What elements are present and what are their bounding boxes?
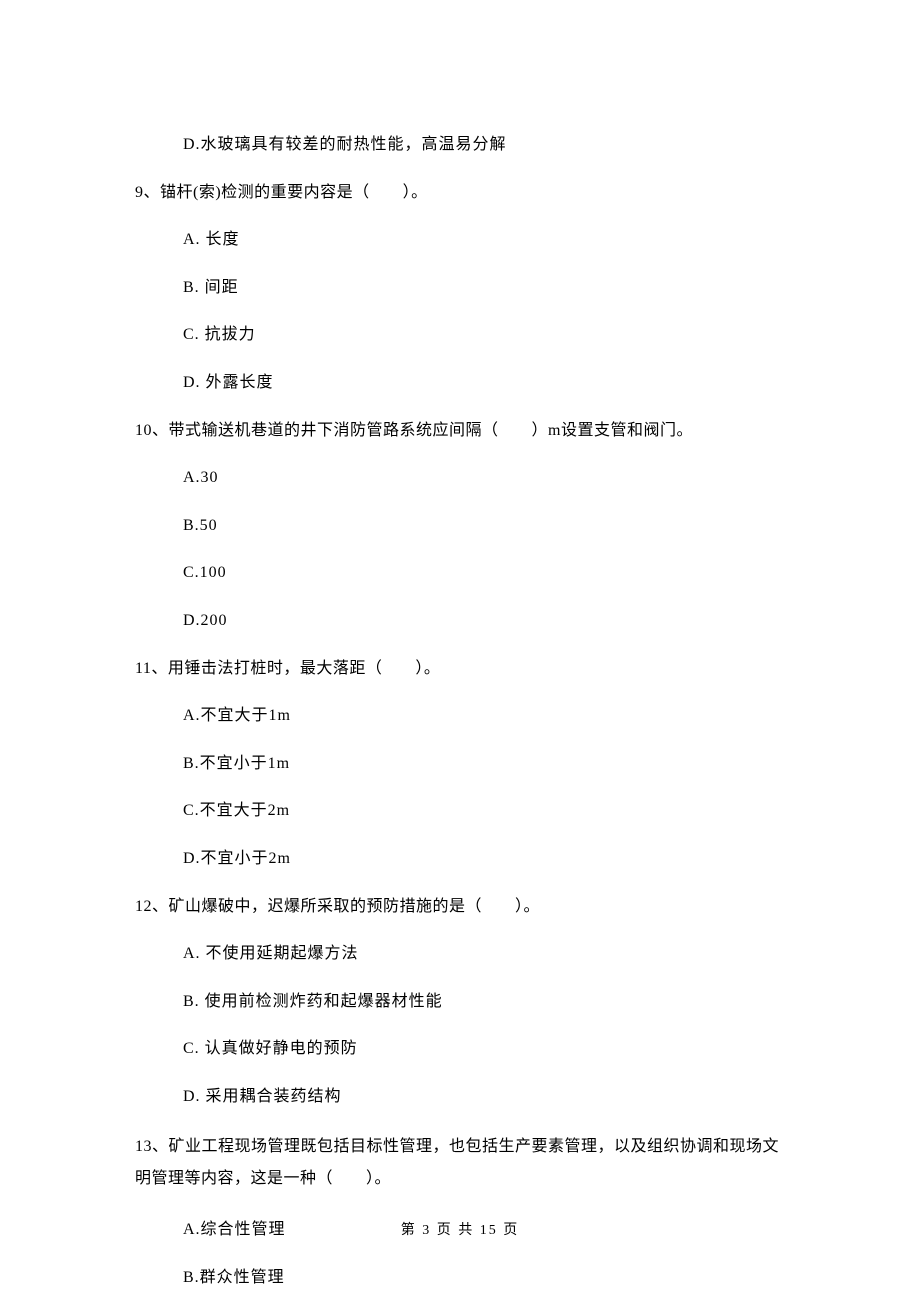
question-12-option-d: D. 采用耦合装药结构 [183,1084,790,1110]
document-content: D.水玻璃具有较差的耐热性能，高温易分解 9、锚杆(索)检测的重要内容是（ ）。… [0,0,920,1291]
question-12-option-b: B. 使用前检测炸药和起爆器材性能 [183,989,790,1015]
question-9-option-a: A. 长度 [183,227,790,253]
question-12-option-a: A. 不使用延期起爆方法 [183,941,790,967]
question-10-option-d: D.200 [183,608,790,634]
question-10-option-c: C.100 [183,560,790,586]
question-12-stem: 12、矿山爆破中，迟爆所采取的预防措施的是（ ）。 [135,894,790,920]
question-9-option-c: C. 抗拔力 [183,322,790,348]
question-11-option-d: D.不宜小于2m [183,846,790,872]
question-12-option-c: C. 认真做好静电的预防 [183,1036,790,1062]
question-11-option-c: C.不宜大于2m [183,798,790,824]
question-10-option-b: B.50 [183,513,790,539]
question-13-option-b: B.群众性管理 [183,1265,790,1291]
question-13-stem: 13、矿业工程现场管理既包括目标性管理，也包括生产要素管理，以及组织协调和现场文… [135,1131,790,1195]
option-d-continued: D.水玻璃具有较差的耐热性能，高温易分解 [183,132,790,158]
question-9-stem: 9、锚杆(索)检测的重要内容是（ ）。 [135,180,790,206]
page-footer: 第 3 页 共 15 页 [0,1220,920,1242]
question-11-option-b: B.不宜小于1m [183,751,790,777]
question-9-option-d: D. 外露长度 [183,370,790,396]
question-9-option-b: B. 间距 [183,275,790,301]
question-10-option-a: A.30 [183,465,790,491]
question-11-option-a: A.不宜大于1m [183,703,790,729]
question-11-stem: 11、用锤击法打桩时，最大落距（ ）。 [135,656,790,682]
question-10-stem: 10、带式输送机巷道的井下消防管路系统应间隔（ ）m设置支管和阀门。 [135,418,790,444]
